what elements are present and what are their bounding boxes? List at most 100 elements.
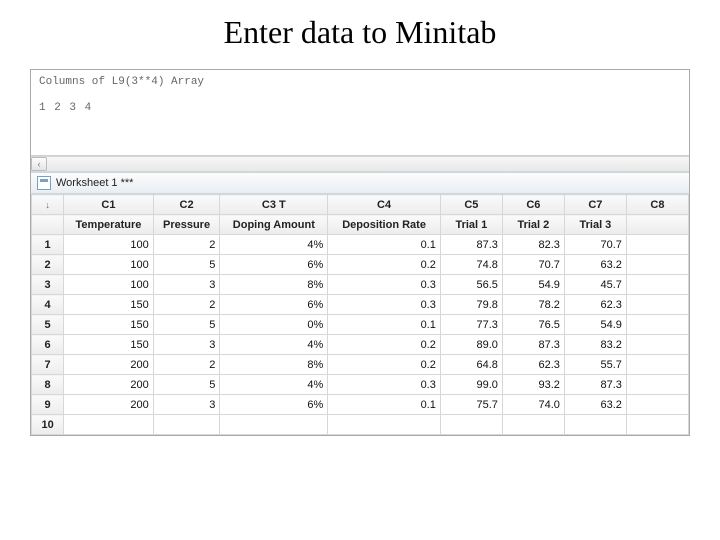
- cell[interactable]: 55.7: [564, 355, 626, 375]
- cell[interactable]: 5: [153, 255, 220, 275]
- cell[interactable]: 45.7: [564, 275, 626, 295]
- cell[interactable]: [502, 415, 564, 435]
- cell[interactable]: 3: [153, 275, 220, 295]
- column-name[interactable]: Temperature: [64, 215, 154, 235]
- cell[interactable]: 200: [64, 395, 154, 415]
- column-name[interactable]: Trial 1: [440, 215, 502, 235]
- row-header[interactable]: 5: [32, 315, 64, 335]
- row-header[interactable]: 6: [32, 335, 64, 355]
- cell[interactable]: 63.2: [564, 395, 626, 415]
- column-header[interactable]: C6: [502, 195, 564, 215]
- column-name[interactable]: Trial 2: [502, 215, 564, 235]
- column-header[interactable]: C4: [328, 195, 441, 215]
- row-header[interactable]: 2: [32, 255, 64, 275]
- cell[interactable]: 99.0: [440, 375, 502, 395]
- cell[interactable]: [440, 415, 502, 435]
- cell[interactable]: 5: [153, 315, 220, 335]
- cell[interactable]: 87.3: [440, 235, 502, 255]
- row-header[interactable]: 8: [32, 375, 64, 395]
- cell[interactable]: 75.7: [440, 395, 502, 415]
- cell[interactable]: 2: [153, 235, 220, 255]
- cell[interactable]: 0%: [220, 315, 328, 335]
- column-header[interactable]: C3 T: [220, 195, 328, 215]
- cell[interactable]: [626, 375, 688, 395]
- cell[interactable]: 93.2: [502, 375, 564, 395]
- cell[interactable]: [626, 395, 688, 415]
- cell[interactable]: 150: [64, 295, 154, 315]
- cell[interactable]: 54.9: [564, 315, 626, 335]
- cell[interactable]: 83.2: [564, 335, 626, 355]
- cell[interactable]: [153, 415, 220, 435]
- column-name[interactable]: Trial 3: [564, 215, 626, 235]
- cell[interactable]: 0.3: [328, 295, 441, 315]
- cell[interactable]: 2: [153, 355, 220, 375]
- cell[interactable]: 4%: [220, 235, 328, 255]
- cell[interactable]: [626, 315, 688, 335]
- cell[interactable]: 82.3: [502, 235, 564, 255]
- cell[interactable]: 0.1: [328, 315, 441, 335]
- column-name[interactable]: Pressure: [153, 215, 220, 235]
- cell[interactable]: 70.7: [564, 235, 626, 255]
- cell[interactable]: [626, 335, 688, 355]
- cell[interactable]: 100: [64, 235, 154, 255]
- cell[interactable]: 8%: [220, 355, 328, 375]
- row-header[interactable]: 1: [32, 235, 64, 255]
- cell[interactable]: 150: [64, 335, 154, 355]
- cell[interactable]: 4%: [220, 375, 328, 395]
- column-header[interactable]: C2: [153, 195, 220, 215]
- cell[interactable]: [64, 415, 154, 435]
- column-header[interactable]: C8: [626, 195, 688, 215]
- cell[interactable]: [626, 415, 688, 435]
- cell[interactable]: [626, 295, 688, 315]
- cell[interactable]: 0.1: [328, 235, 441, 255]
- horizontal-scrollbar[interactable]: ‹: [31, 156, 689, 172]
- cell[interactable]: 2: [153, 295, 220, 315]
- cell[interactable]: 0.2: [328, 335, 441, 355]
- cell[interactable]: 70.7: [502, 255, 564, 275]
- cell[interactable]: [626, 275, 688, 295]
- cell[interactable]: 76.5: [502, 315, 564, 335]
- column-name[interactable]: Deposition Rate: [328, 215, 441, 235]
- cell[interactable]: 0.3: [328, 375, 441, 395]
- cell[interactable]: 64.8: [440, 355, 502, 375]
- cell[interactable]: 4%: [220, 335, 328, 355]
- cell[interactable]: 62.3: [502, 355, 564, 375]
- cell[interactable]: 77.3: [440, 315, 502, 335]
- row-header[interactable]: 9: [32, 395, 64, 415]
- cell[interactable]: [564, 415, 626, 435]
- column-name[interactable]: [626, 215, 688, 235]
- cell[interactable]: 6%: [220, 255, 328, 275]
- cell[interactable]: 56.5: [440, 275, 502, 295]
- corner-cell[interactable]: ↓: [32, 195, 64, 215]
- row-header[interactable]: 7: [32, 355, 64, 375]
- cell[interactable]: 62.3: [564, 295, 626, 315]
- row-header[interactable]: 10: [32, 415, 64, 435]
- cell[interactable]: 0.1: [328, 395, 441, 415]
- cell[interactable]: 200: [64, 355, 154, 375]
- cell[interactable]: 3: [153, 395, 220, 415]
- cell[interactable]: 150: [64, 315, 154, 335]
- cell[interactable]: [626, 255, 688, 275]
- cell[interactable]: 100: [64, 255, 154, 275]
- cell[interactable]: 6%: [220, 295, 328, 315]
- cell[interactable]: 8%: [220, 275, 328, 295]
- row-header[interactable]: 3: [32, 275, 64, 295]
- column-header[interactable]: C5: [440, 195, 502, 215]
- cell[interactable]: 0.3: [328, 275, 441, 295]
- cell[interactable]: 74.0: [502, 395, 564, 415]
- cell[interactable]: [626, 235, 688, 255]
- cell[interactable]: 79.8: [440, 295, 502, 315]
- column-header[interactable]: C1: [64, 195, 154, 215]
- cell[interactable]: 63.2: [564, 255, 626, 275]
- row-header[interactable]: 4: [32, 295, 64, 315]
- cell[interactable]: 200: [64, 375, 154, 395]
- cell[interactable]: 0.2: [328, 255, 441, 275]
- cell[interactable]: 6%: [220, 395, 328, 415]
- worksheet-grid[interactable]: ↓ C1 C2 C3 T C4 C5 C6 C7 C8 Temperature …: [31, 194, 689, 435]
- cell[interactable]: 87.3: [564, 375, 626, 395]
- cell[interactable]: 87.3: [502, 335, 564, 355]
- cell[interactable]: [220, 415, 328, 435]
- cell[interactable]: 5: [153, 375, 220, 395]
- column-header[interactable]: C7: [564, 195, 626, 215]
- cell[interactable]: 54.9: [502, 275, 564, 295]
